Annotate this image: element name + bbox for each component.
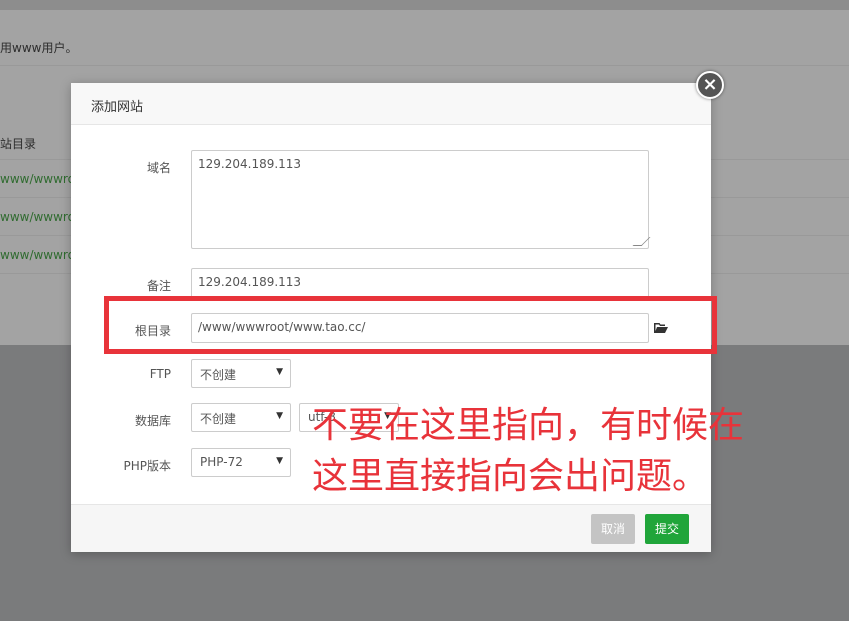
caret-down-icon: ▼ [276, 456, 283, 466]
annotation-highlight-box [104, 296, 717, 354]
close-icon[interactable]: × [696, 71, 724, 99]
dialog-title: 添加网站 [91, 100, 144, 115]
remark-input[interactable]: 129.204.189.113 [191, 268, 649, 298]
caret-down-icon: ▼ [276, 411, 283, 421]
database-label: 数据库 [134, 414, 171, 428]
caret-down-icon: ▼ [276, 367, 283, 377]
background-row-path: www/wwwroo [0, 210, 83, 224]
ftp-selected-value: 不创建 [200, 368, 237, 382]
annotation-text-line2: 这里直接指向会出问题。 [312, 456, 709, 497]
domain-textarea[interactable]: 129.204.189.113 [191, 150, 651, 249]
background-note-row [0, 26, 849, 66]
cancel-button[interactable]: 取消 [591, 514, 636, 544]
ftp-label: FTP [149, 367, 171, 381]
background-row-path: www/wwwroo [0, 248, 83, 262]
submit-button[interactable]: 提交 [645, 514, 690, 544]
resize-grip-icon[interactable] [632, 237, 651, 246]
php-version-selected-value: PHP-72 [200, 455, 243, 469]
ftp-select[interactable]: 不创建 ▼ [191, 359, 291, 388]
php-version-select[interactable]: PHP-72 ▼ [191, 448, 291, 477]
domain-value: 129.204.189.113 [198, 157, 302, 171]
background-top-bar [0, 0, 849, 10]
background-row-path: www/wwwroo [0, 172, 83, 186]
database-select[interactable]: 不创建 ▼ [191, 403, 291, 432]
remark-label: 备注 [146, 279, 171, 293]
background-note-text: 用www用户。 [0, 41, 78, 55]
annotation-text-line1: 不要在这里指向，有时候在 [312, 405, 745, 446]
database-selected-value: 不创建 [200, 412, 237, 426]
remark-value: 129.204.189.113 [198, 275, 302, 289]
background-column-header: 站目录 [0, 137, 37, 151]
dialog-header: 添加网站 [71, 83, 711, 125]
dialog-footer: 取消 提交 [71, 504, 711, 552]
php-version-label: PHP版本 [123, 459, 172, 473]
domain-label: 域名 [146, 161, 171, 175]
